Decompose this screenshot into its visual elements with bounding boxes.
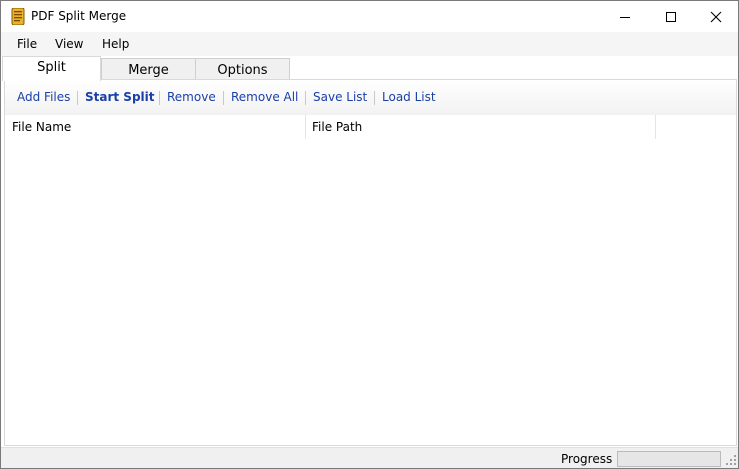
resize-grip-icon[interactable]: [725, 454, 737, 466]
title-bar: PDF Split Merge: [1, 1, 738, 32]
file-list[interactable]: [5, 139, 736, 445]
remove-all-button[interactable]: Remove All: [231, 90, 298, 104]
maximize-button[interactable]: [648, 1, 694, 32]
toolbar-separator: [77, 91, 78, 105]
split-panel: Add Files Start Split Remove Remove All …: [4, 79, 737, 446]
column-divider[interactable]: [655, 115, 656, 139]
menu-view[interactable]: View: [55, 37, 83, 51]
menu-file[interactable]: File: [17, 37, 37, 51]
progress-label: Progress: [561, 452, 613, 466]
column-divider[interactable]: [305, 115, 306, 139]
app-window: PDF Split Merge File View Help Merge Opt…: [0, 0, 739, 469]
tab-strip: Merge Options Split: [1, 56, 738, 81]
file-list-header: File Name File Path: [5, 115, 736, 139]
maximize-icon: [666, 11, 676, 22]
close-button[interactable]: [693, 1, 739, 32]
window-title: PDF Split Merge: [31, 9, 127, 23]
tab-options[interactable]: Options: [195, 58, 290, 80]
toolbar-separator: [223, 91, 224, 105]
progress-bar: [617, 451, 721, 467]
column-file-name[interactable]: File Name: [12, 120, 71, 134]
menu-bar: File View Help: [1, 32, 738, 56]
column-file-path[interactable]: File Path: [312, 120, 362, 134]
toolbar: Add Files Start Split Remove Remove All …: [5, 80, 736, 115]
remove-button[interactable]: Remove: [167, 90, 216, 104]
pdf-app-icon: [11, 8, 25, 25]
toolbar-separator: [374, 91, 375, 105]
menu-help[interactable]: Help: [102, 37, 129, 51]
add-files-button[interactable]: Add Files: [17, 90, 70, 104]
save-list-button[interactable]: Save List: [313, 90, 367, 104]
minimize-icon: [620, 16, 630, 18]
status-bar: Progress: [1, 447, 738, 468]
minimize-button[interactable]: [602, 1, 648, 32]
toolbar-separator: [305, 91, 306, 105]
tab-split[interactable]: Split: [2, 56, 101, 81]
toolbar-separator: [159, 91, 160, 105]
start-split-button[interactable]: Start Split: [85, 90, 155, 104]
tab-merge[interactable]: Merge: [101, 58, 196, 80]
load-list-button[interactable]: Load List: [382, 90, 436, 104]
close-icon: [710, 11, 722, 22]
